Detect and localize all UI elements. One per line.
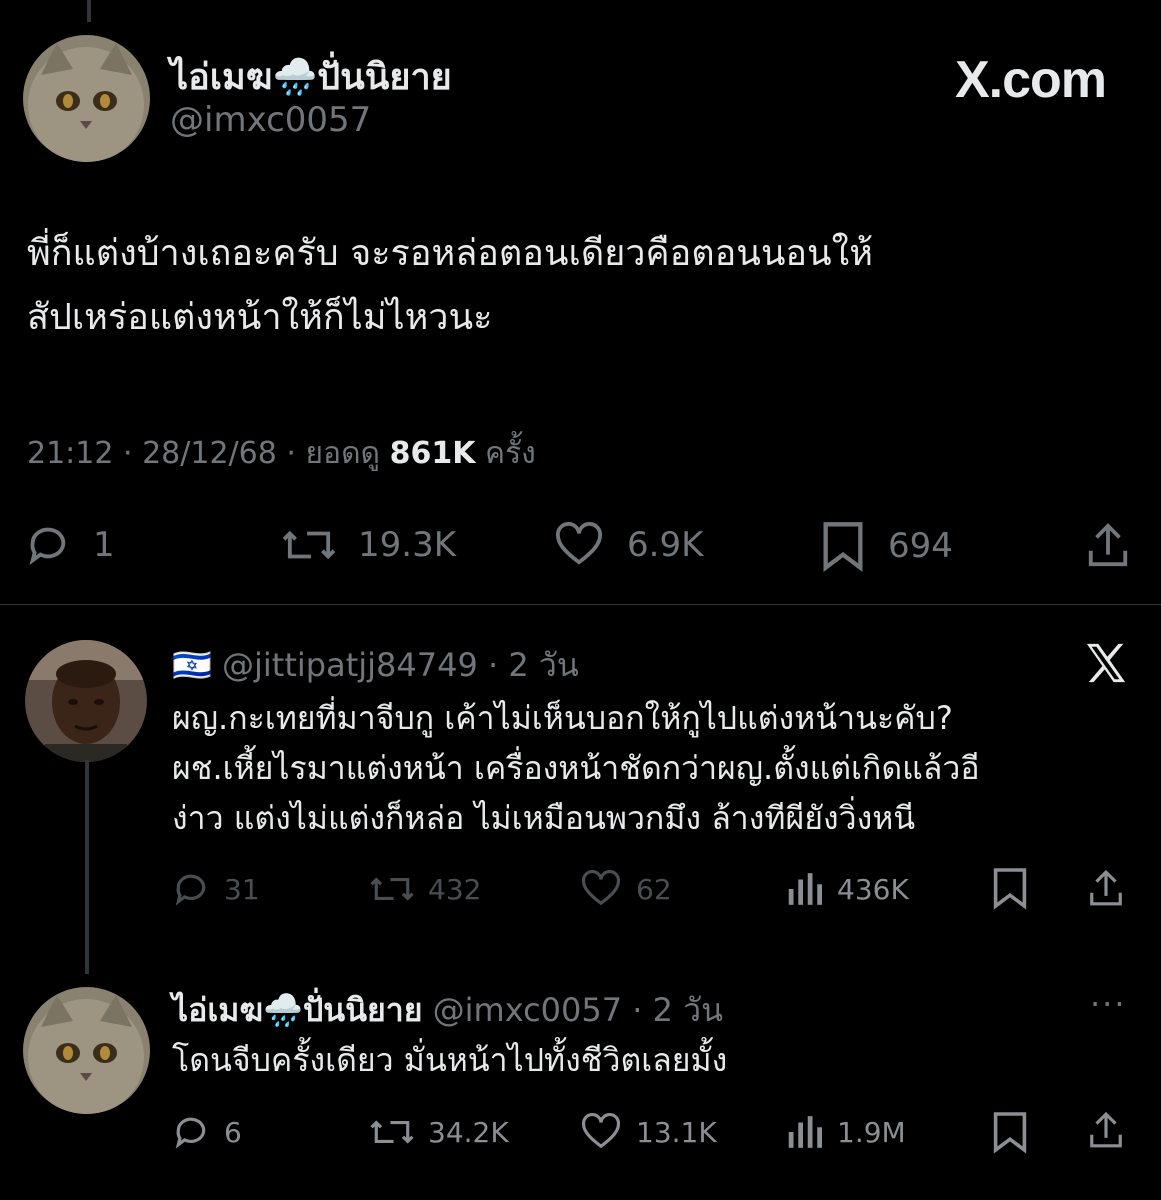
reply-1-share-button[interactable] xyxy=(1087,866,1125,910)
share-button[interactable] xyxy=(1085,520,1131,570)
tweet-text: พี่ก็แต่งบ้างเถอะครับ จะรอหล่อตอนเดียวคื… xyxy=(27,222,1137,350)
reply-1-time[interactable]: 2 วัน xyxy=(508,646,578,684)
meta-separator: · xyxy=(632,991,653,1029)
reply-2-views-button[interactable]: 1.9M xyxy=(783,1113,906,1151)
reply-2-like-button[interactable]: 13.1K xyxy=(580,1113,717,1151)
reply-2-time[interactable]: 2 วัน xyxy=(653,991,723,1029)
x-logo-icon xyxy=(1086,643,1126,683)
heart-icon xyxy=(581,870,621,906)
reply-1-text-line-3: ง่าว แต่งไม่แต่งก็หล่อ ไม่เหมือนพวกมึง ล… xyxy=(172,799,916,837)
meta-separator: · xyxy=(488,646,509,684)
like-button[interactable]: 6.9K xyxy=(553,522,703,568)
reply-1-repost-button[interactable]: 432 xyxy=(370,870,481,908)
views-suffix: ครั้ง xyxy=(485,436,536,471)
reply-2-reply-button[interactable]: 6 xyxy=(172,1113,242,1151)
reply-1-views-count: 436K xyxy=(837,872,909,906)
reply-icon xyxy=(175,1117,206,1149)
bookmark-icon xyxy=(993,1112,1027,1154)
share-icon xyxy=(1088,523,1128,567)
repost-button[interactable]: 19.3K xyxy=(282,522,456,568)
reply-1-like-button[interactable]: 62 xyxy=(580,870,672,908)
repost-count: 19.3K xyxy=(358,525,456,565)
reply-icon xyxy=(175,874,206,906)
tweet-text-line-1: พี่ก็แต่งบ้างเถอะครับ จะรอหล่อตอนเดียวคื… xyxy=(27,233,873,274)
share-icon xyxy=(1090,869,1122,906)
reply-count: 1 xyxy=(93,525,115,565)
tweet-meta: 21:12 · 28/12/68 · ยอดดู 861K ครั้ง xyxy=(27,430,536,477)
flag-icon: 🇮🇱 xyxy=(172,646,212,684)
reply-1-bookmark-button[interactable] xyxy=(992,866,1028,910)
bookmark-button[interactable]: 694 xyxy=(820,520,953,572)
reply-2-repost-count: 34.2K xyxy=(428,1115,509,1149)
reply-1-repost-count: 432 xyxy=(428,872,482,906)
thread-connector xyxy=(85,760,89,974)
views-chart-icon xyxy=(788,873,822,905)
like-count: 6.9K xyxy=(627,525,704,565)
author-display-name[interactable]: ไอ่เมฆ🌧️ปั่นนิยาย xyxy=(170,48,452,105)
reply-icon xyxy=(29,527,66,566)
tweet-date[interactable]: 28/12/68 xyxy=(142,436,277,471)
reply-1-text: ผญ.กะเทยที่มาจีบกู เค้าไม่เห็นบอกให้กูไป… xyxy=(172,693,1147,843)
reply-2-handle[interactable]: @imxc0057 xyxy=(433,991,622,1029)
reply-1-reply-button[interactable]: 31 xyxy=(172,870,260,908)
bookmark-icon xyxy=(823,522,863,572)
reply-button[interactable]: 1 xyxy=(25,522,115,568)
tweet-text-line-2: สัปเหร่อแต่งหน้าให้ก็ไม่ไหวนะ xyxy=(27,297,493,338)
cat-avatar-image xyxy=(23,987,150,1114)
reply-2-views-count: 1.9M xyxy=(837,1115,906,1149)
views-chart-icon xyxy=(788,1116,822,1148)
meta-separator: · xyxy=(123,436,143,471)
brand-watermark: X.com xyxy=(954,51,1107,109)
thread-line-top xyxy=(87,0,91,22)
reply-2-like-count: 13.1K xyxy=(636,1115,717,1149)
tweet-time[interactable]: 21:12 xyxy=(27,436,113,471)
reply-2-display-name[interactable]: ไอ่เมฆ🌧️ปั่นนิยาย xyxy=(172,991,422,1029)
reply-2-avatar[interactable] xyxy=(23,987,150,1114)
repost-icon xyxy=(370,877,414,901)
views-prefix: ยอดดู xyxy=(305,436,381,471)
reply-2-header: ไอ่เมฆ🌧️ปั่นนิยาย @imxc0057 · 2 วัน xyxy=(172,985,723,1036)
heart-icon xyxy=(555,522,603,565)
author-avatar[interactable] xyxy=(23,35,150,162)
reply-1-text-line-1: ผญ.กะเทยที่มาจีบกู เค้าไม่เห็นบอกให้กูไป… xyxy=(172,699,953,737)
reply-1-avatar[interactable] xyxy=(25,640,147,762)
views-count[interactable]: 861K xyxy=(390,436,476,471)
repost-icon xyxy=(282,530,336,560)
reply-1-text-line-2: ผช.เหี้ยไรมาแต่งหน้า เครื่องหน้าชัดกว่าผ… xyxy=(172,749,980,787)
share-icon xyxy=(1090,1111,1122,1148)
author-handle[interactable]: @imxc0057 xyxy=(170,100,371,140)
heart-icon xyxy=(581,1113,621,1149)
person-avatar-image xyxy=(25,640,147,762)
tweet-divider xyxy=(0,604,1161,605)
reply-2-bookmark-button[interactable] xyxy=(992,1110,1028,1154)
reply-1-like-count: 62 xyxy=(636,872,672,906)
reply-1-reply-count: 31 xyxy=(224,872,260,906)
reply-2-share-button[interactable] xyxy=(1087,1108,1125,1152)
reply-2-reply-count: 6 xyxy=(224,1115,242,1149)
bookmark-count: 694 xyxy=(888,526,953,566)
cat-avatar-image xyxy=(23,35,150,162)
repost-icon xyxy=(370,1120,414,1144)
reply-1-handle[interactable]: @jittipatjj84749 xyxy=(222,646,478,684)
more-options-icon[interactable]: ··· xyxy=(1090,985,1127,1023)
bookmark-icon xyxy=(993,868,1027,910)
meta-separator: · xyxy=(286,436,306,471)
reply-1-header: 🇮🇱 @jittipatjj84749 · 2 วัน xyxy=(172,640,579,691)
reply-2-repost-button[interactable]: 34.2K xyxy=(370,1113,509,1151)
reply-1-views-button[interactable]: 436K xyxy=(783,870,909,908)
reply-2-text: โดนจีบครั้งเดียว มั่นหน้าไปทั้งชีวิตเลยม… xyxy=(172,1041,728,1079)
